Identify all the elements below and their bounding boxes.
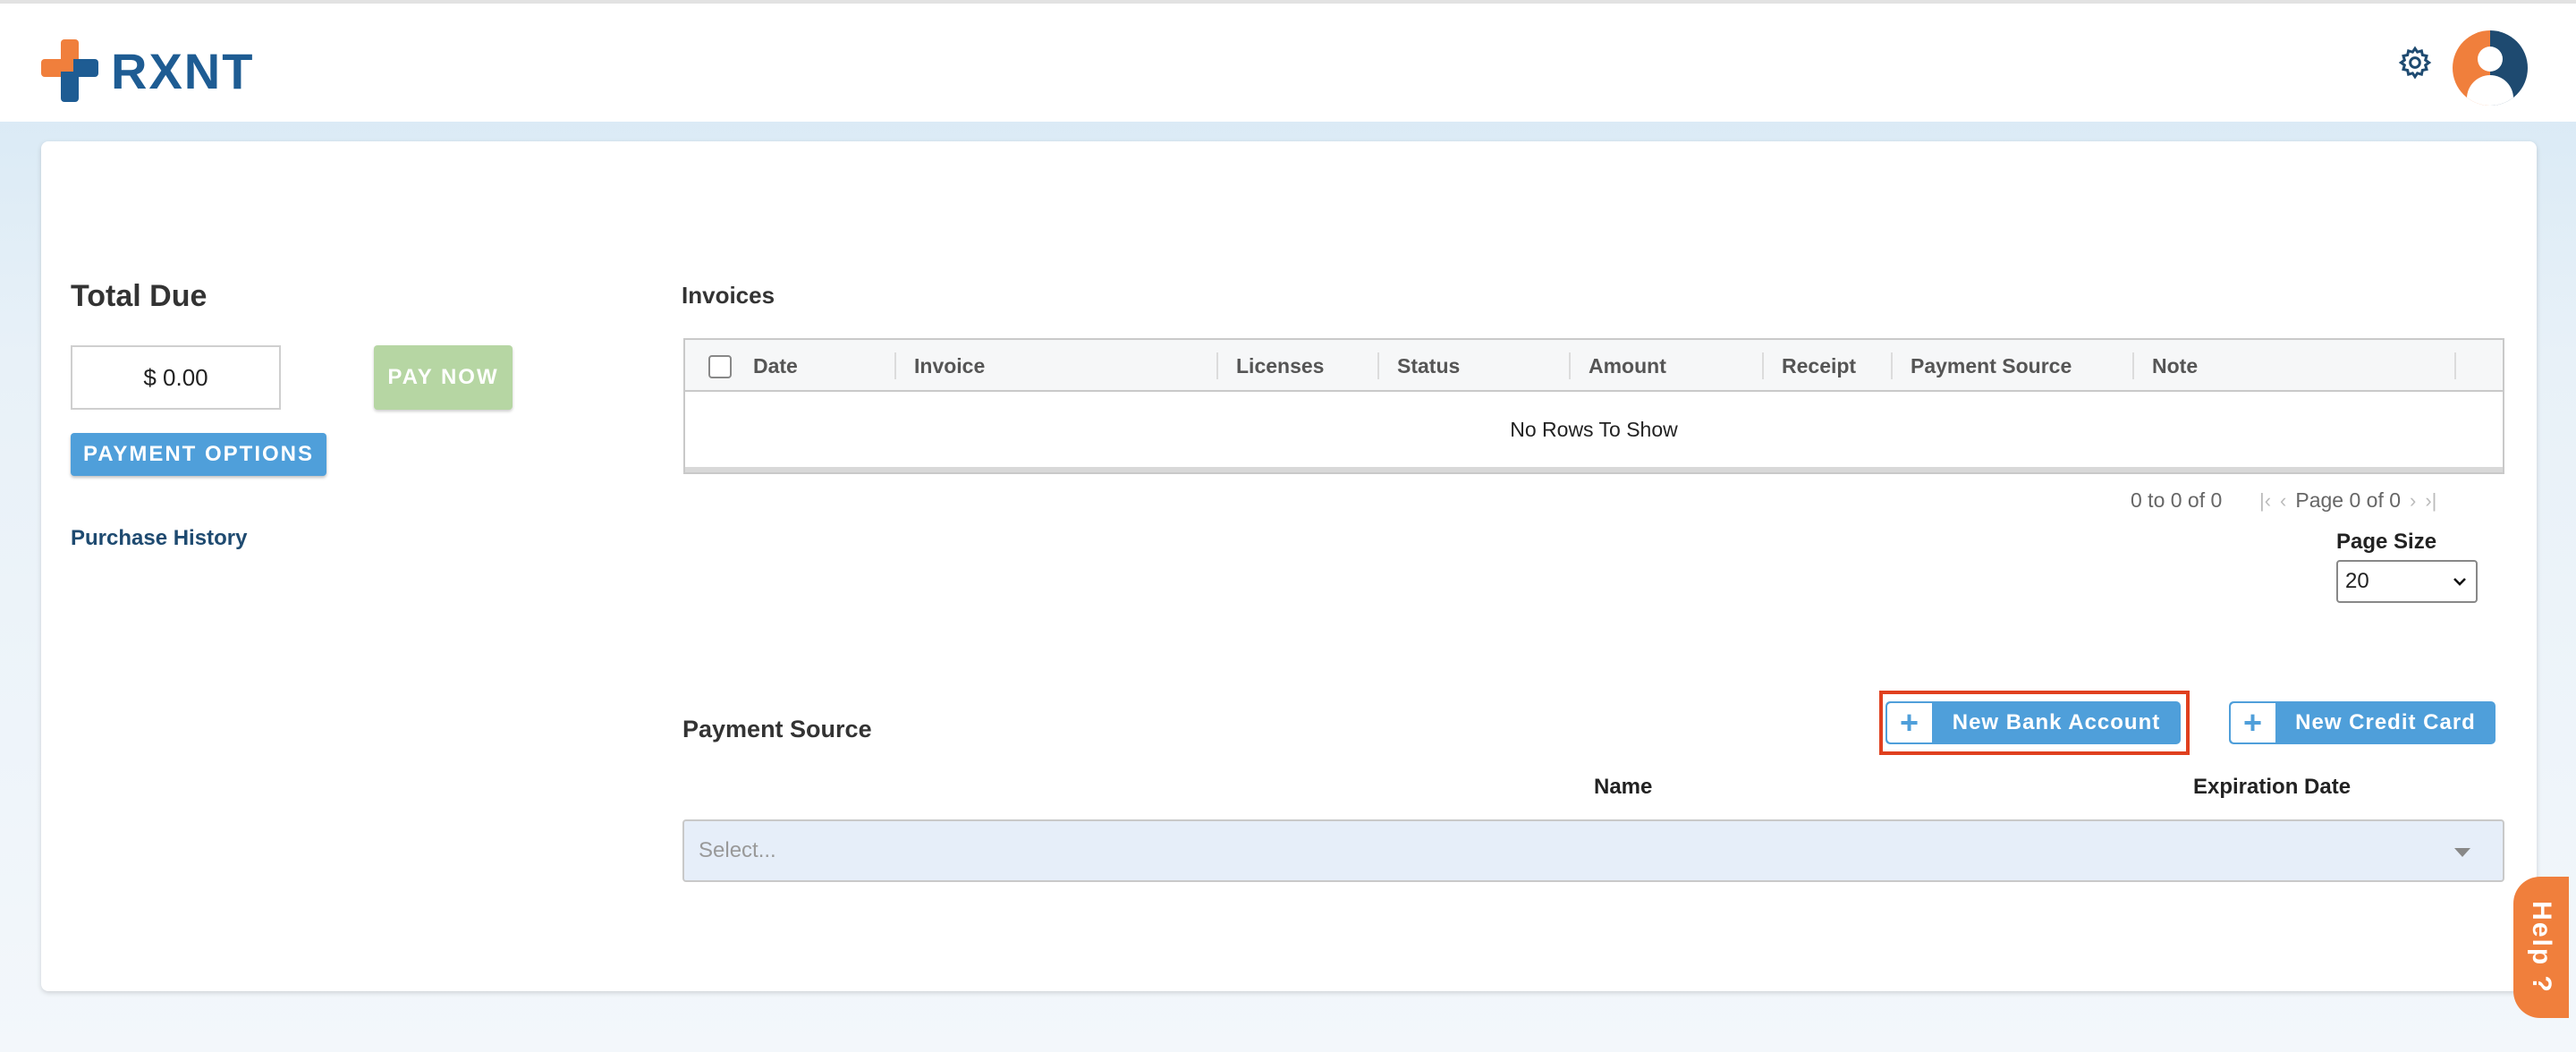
next-page-icon[interactable]: › (2410, 489, 2416, 513)
expiration-date-column-header: Expiration Date (2193, 775, 2351, 799)
page-size-select[interactable]: 20 (2336, 560, 2478, 603)
new-credit-card-button[interactable]: + New Credit Card (2229, 701, 2496, 744)
col-header-note[interactable]: Note (2152, 340, 2198, 392)
chevron-down-icon (2453, 578, 2466, 586)
payment-source-select[interactable]: Select... (682, 819, 2504, 882)
page-size-value: 20 (2345, 569, 2369, 593)
total-due-title: Total Due (71, 279, 208, 313)
payment-options-button[interactable]: PAYMENT OPTIONS (71, 433, 326, 476)
payment-source-title: Payment Source (682, 716, 872, 742)
help-tab[interactable]: Help ? (2513, 877, 2569, 1018)
grid-horizontal-scrollbar[interactable] (685, 467, 2503, 472)
col-header-status[interactable]: Status (1397, 340, 1460, 392)
pager-summary: 0 to 0 of 0 (2131, 488, 2223, 512)
top-bar: RXNT (0, 0, 2576, 122)
col-header-invoice[interactable]: Invoice (914, 340, 985, 392)
total-due-amount: $ 0.00 (71, 345, 281, 410)
page-size-label: Page Size (2336, 530, 2437, 554)
rxnt-logo[interactable]: RXNT (41, 38, 254, 104)
name-column-header: Name (1594, 775, 1653, 799)
first-page-icon[interactable]: |‹ (2259, 489, 2271, 513)
pay-now-button[interactable]: PAY NOW (374, 345, 513, 410)
col-header-amount[interactable]: Amount (1589, 340, 1666, 392)
plus-icon: + (1887, 703, 1932, 742)
plus-icon: + (2231, 703, 2275, 742)
user-avatar-icon[interactable] (2453, 30, 2528, 106)
gear-icon[interactable] (2397, 45, 2433, 81)
invoices-title: Invoices (682, 282, 775, 309)
payment-source-placeholder: Select... (699, 838, 776, 862)
page-indicator: Page 0 of 0 (2295, 488, 2402, 512)
help-label: Help ? (2527, 901, 2557, 994)
logo-text: RXNT (111, 42, 255, 99)
prev-page-icon[interactable]: ‹ (2280, 489, 2286, 513)
logo-cross-icon (41, 39, 100, 102)
grid-header: Date Invoice Licenses Status Amount Rece… (685, 340, 2503, 392)
col-header-receipt[interactable]: Receipt (1782, 340, 1856, 392)
pager-nav: |‹ ‹ Page 0 of 0 › ›| (2259, 488, 2436, 513)
new-bank-account-button[interactable]: + New Bank Account (1885, 701, 2181, 744)
new-credit-card-label: New Credit Card (2295, 710, 2476, 734)
col-header-payment-source[interactable]: Payment Source (1911, 340, 2072, 392)
col-header-date[interactable]: Date (753, 340, 798, 392)
last-page-icon[interactable]: ›| (2425, 489, 2436, 513)
select-all-checkbox[interactable] (708, 355, 732, 378)
col-header-licenses[interactable]: Licenses (1236, 340, 1324, 392)
purchase-history-link[interactable]: Purchase History (71, 526, 247, 551)
no-rows-message: No Rows To Show (1510, 417, 1678, 441)
new-bank-account-label: New Bank Account (1952, 710, 2161, 734)
invoices-grid: Date Invoice Licenses Status Amount Rece… (683, 338, 2504, 474)
caret-down-icon (2454, 848, 2470, 857)
